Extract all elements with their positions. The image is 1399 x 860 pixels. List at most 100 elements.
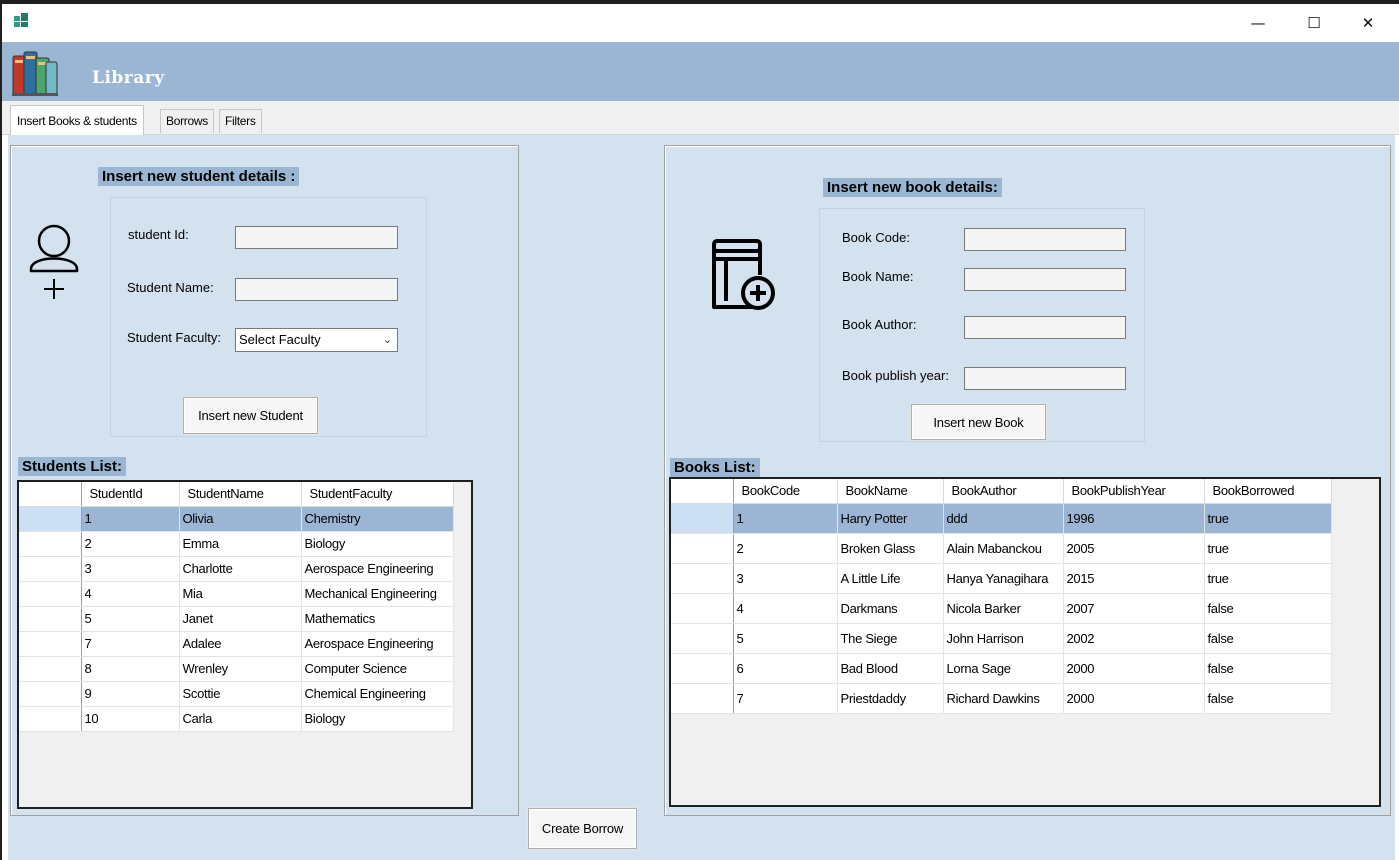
- row-header[interactable]: [19, 706, 82, 732]
- column-header-studentfaculty[interactable]: StudentFaculty: [301, 482, 454, 507]
- cell-student-faculty[interactable]: Mechanical Engineering: [301, 581, 454, 607]
- book-year-field[interactable]: [964, 367, 1126, 390]
- table-row[interactable]: 10 Carla Biology: [19, 706, 454, 732]
- row-header[interactable]: [19, 531, 82, 557]
- cell-student-name[interactable]: Wrenley: [179, 656, 302, 682]
- cell-student-id[interactable]: 1: [81, 506, 180, 532]
- cell-student-id[interactable]: 8: [81, 656, 180, 682]
- cell-book-author[interactable]: ddd: [943, 503, 1064, 534]
- cell-book-year[interactable]: 2000: [1063, 683, 1205, 714]
- students-grid[interactable]: StudentId StudentName StudentFaculty 1 Ol…: [17, 480, 473, 809]
- table-row[interactable]: 3A Little Life Hanya Yanagihara 2015 true: [671, 563, 1332, 594]
- row-header[interactable]: [19, 506, 82, 532]
- books-grid[interactable]: BookCode BookName BookAuthor BookPublish…: [669, 477, 1381, 807]
- cell-book-year[interactable]: 2005: [1063, 533, 1205, 564]
- cell-student-id[interactable]: 9: [81, 681, 180, 707]
- table-row[interactable]: 4 Mia Mechanical Engineering: [19, 581, 454, 607]
- create-borrow-button[interactable]: Create Borrow: [528, 808, 637, 849]
- cell-book-name[interactable]: Priestdaddy: [837, 683, 944, 714]
- cell-student-name[interactable]: Charlotte: [179, 556, 302, 582]
- close-button[interactable]: ✕: [1345, 4, 1391, 42]
- column-header-studentid[interactable]: StudentId: [81, 482, 180, 507]
- column-header-bookpublishyear[interactable]: BookPublishYear: [1063, 479, 1205, 504]
- row-header[interactable]: [19, 556, 82, 582]
- cell-book-name[interactable]: Bad Blood: [837, 653, 944, 684]
- cell-book-code[interactable]: 7: [733, 683, 838, 714]
- table-row[interactable]: 7 Priestdaddy Richard Dawkins 2000 false: [671, 683, 1332, 714]
- cell-book-borrowed[interactable]: true: [1204, 533, 1332, 564]
- cell-student-id[interactable]: 10: [81, 706, 180, 732]
- table-row[interactable]: 1 Harry Potter ddd 1996 true: [671, 503, 1332, 534]
- table-row[interactable]: 3 Charlotte Aerospace Engineering: [19, 556, 454, 582]
- column-header-bookauthor[interactable]: BookAuthor: [943, 479, 1064, 504]
- cell-student-id[interactable]: 7: [81, 631, 180, 657]
- column-header-bookcode[interactable]: BookCode: [733, 479, 838, 504]
- row-header[interactable]: [671, 503, 734, 534]
- cell-book-author[interactable]: Hanya Yanagihara: [943, 563, 1064, 594]
- table-row[interactable]: 8 Wrenley Computer Science: [19, 656, 454, 682]
- cell-book-author[interactable]: John Harrison: [943, 623, 1064, 654]
- cell-student-id[interactable]: 2: [81, 531, 180, 557]
- insert-student-button[interactable]: Insert new Student: [183, 397, 318, 434]
- cell-student-faculty[interactable]: Aerospace Engineering: [301, 631, 454, 657]
- tab-filters[interactable]: Filters: [219, 109, 262, 133]
- cell-book-year[interactable]: 1996: [1063, 503, 1205, 534]
- cell-book-code[interactable]: 4: [733, 593, 838, 624]
- cell-student-faculty[interactable]: Mathematics: [301, 606, 454, 632]
- cell-book-name[interactable]: A Little Life: [837, 563, 944, 594]
- row-header[interactable]: [671, 623, 734, 654]
- cell-student-name[interactable]: Olivia: [179, 506, 302, 532]
- cell-book-year[interactable]: 2007: [1063, 593, 1205, 624]
- cell-student-faculty[interactable]: Chemical Engineering: [301, 681, 454, 707]
- table-row[interactable]: 9 Scottie Chemical Engineering: [19, 681, 454, 707]
- cell-book-name[interactable]: Darkmans: [837, 593, 944, 624]
- cell-book-borrowed[interactable]: true: [1204, 563, 1332, 594]
- student-id-field[interactable]: [235, 226, 398, 249]
- cell-book-borrowed[interactable]: false: [1204, 593, 1332, 624]
- table-row[interactable]: 2 Emma Biology: [19, 531, 454, 557]
- tab-borrows[interactable]: Borrows: [160, 109, 214, 133]
- cell-student-name[interactable]: Mia: [179, 581, 302, 607]
- cell-student-faculty[interactable]: Chemistry: [301, 506, 454, 532]
- cell-book-year[interactable]: 2002: [1063, 623, 1205, 654]
- cell-book-author[interactable]: Lorna Sage: [943, 653, 1064, 684]
- cell-student-name[interactable]: Scottie: [179, 681, 302, 707]
- cell-book-name[interactable]: Harry Potter: [837, 503, 944, 534]
- cell-book-author[interactable]: Alain Mabanckou: [943, 533, 1064, 564]
- cell-student-faculty[interactable]: Aerospace Engineering: [301, 556, 454, 582]
- cell-book-name[interactable]: The Siege: [837, 623, 944, 654]
- column-header-bookborrowed[interactable]: BookBorrowed: [1204, 479, 1332, 504]
- book-author-field[interactable]: [964, 316, 1126, 339]
- row-header[interactable]: [19, 631, 82, 657]
- cell-book-borrowed[interactable]: false: [1204, 623, 1332, 654]
- row-header[interactable]: [19, 681, 82, 707]
- table-row[interactable]: 5 Janet Mathematics: [19, 606, 454, 632]
- column-header-studentname[interactable]: StudentName: [179, 482, 302, 507]
- row-header[interactable]: [671, 653, 734, 684]
- row-header[interactable]: [671, 593, 734, 624]
- cell-student-name[interactable]: Adalee: [179, 631, 302, 657]
- cell-book-borrowed[interactable]: true: [1204, 503, 1332, 534]
- faculty-select[interactable]: Select Faculty ⌄: [235, 328, 398, 352]
- cell-student-name[interactable]: Emma: [179, 531, 302, 557]
- book-code-field[interactable]: [964, 228, 1126, 251]
- cell-book-code[interactable]: 6: [733, 653, 838, 684]
- cell-book-code[interactable]: 2: [733, 533, 838, 564]
- cell-book-year[interactable]: 2000: [1063, 653, 1205, 684]
- table-row[interactable]: 7 Adalee Aerospace Engineering: [19, 631, 454, 657]
- table-row[interactable]: 4 Darkmans Nicola Barker 2007 false: [671, 593, 1332, 624]
- table-row[interactable]: 6 Bad Blood Lorna Sage 2000 false: [671, 653, 1332, 684]
- student-name-field[interactable]: [235, 278, 398, 301]
- cell-book-author[interactable]: Nicola Barker: [943, 593, 1064, 624]
- cell-book-year[interactable]: 2015: [1063, 563, 1205, 594]
- cell-student-faculty[interactable]: Biology: [301, 706, 454, 732]
- table-row[interactable]: 2 Broken Glass Alain Mabanckou 2005 true: [671, 533, 1332, 564]
- column-header-bookname[interactable]: BookName: [837, 479, 944, 504]
- cell-book-author[interactable]: Richard Dawkins: [943, 683, 1064, 714]
- table-row[interactable]: 5 The Siege John Harrison 2002 false: [671, 623, 1332, 654]
- minimize-button[interactable]: —: [1235, 4, 1281, 42]
- cell-student-id[interactable]: 4: [81, 581, 180, 607]
- cell-book-borrowed[interactable]: false: [1204, 653, 1332, 684]
- cell-book-code[interactable]: 5: [733, 623, 838, 654]
- tab-insert-books-students[interactable]: Insert Books & students: [10, 105, 144, 135]
